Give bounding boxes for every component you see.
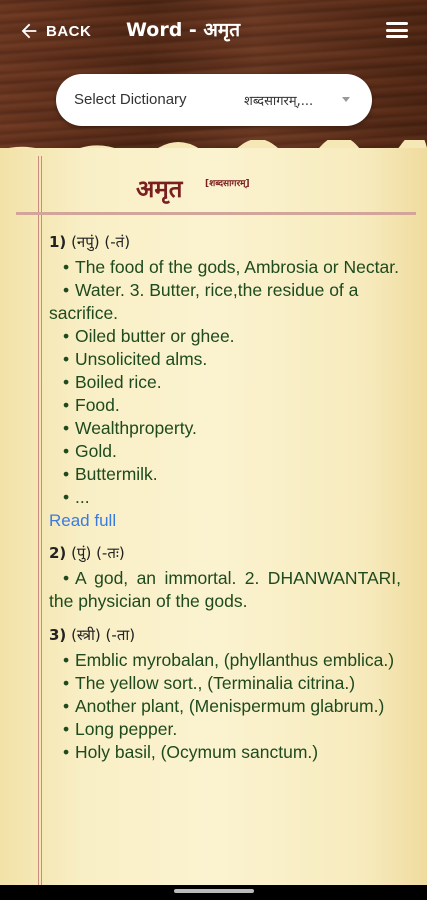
definition-item: • The food of the gods, Ambrosia or Necta… bbox=[63, 257, 399, 277]
hamburger-menu-icon[interactable] bbox=[386, 22, 408, 40]
back-button[interactable]: BACK bbox=[18, 18, 91, 44]
definition-item: • Water. 3. Butter, rice,the residue of a… bbox=[49, 280, 359, 323]
sense-number: 1) bbox=[49, 233, 67, 251]
sense-grammar: (नपुं) (-तं) bbox=[71, 233, 131, 251]
home-gesture-handle[interactable] bbox=[174, 889, 254, 893]
definition-item: • Boiled rice. bbox=[63, 372, 162, 392]
sense-heading: 1) (नपुं) (-तं) bbox=[49, 232, 401, 252]
dropdown-caret-icon bbox=[342, 97, 350, 102]
definition-item: • Holy basil, (Ocymum sanctum.) bbox=[63, 742, 319, 762]
definition-item: • Emblic myrobalan, (phyllanthus emblica.… bbox=[63, 650, 395, 670]
dictionary-select-label: Select Dictionary bbox=[74, 91, 187, 108]
definition-item: •... bbox=[63, 487, 90, 507]
sense-grammar: (पुं) (-तः) bbox=[71, 544, 125, 562]
definition-item: • Unsolicited alms. bbox=[63, 349, 208, 369]
definitions-content: 1) (नपुं) (-तं) • The food of the gods, A… bbox=[49, 232, 401, 764]
definition-item: • Long pepper. bbox=[63, 719, 178, 739]
definition-list: • Emblic myrobalan, (phyllanthus emblica.… bbox=[49, 649, 401, 764]
definition-item: • Food. bbox=[63, 395, 120, 415]
header-rule bbox=[16, 212, 416, 215]
sense-heading: 2) (पुं) (-तः) bbox=[49, 543, 401, 563]
definition-item: • Oiled butter or ghee. bbox=[63, 326, 235, 346]
definition-item: • Buttermilk. bbox=[63, 464, 158, 484]
definition-item: • A god, an immortal. 2. DHANWANTARI, the… bbox=[49, 568, 401, 611]
definition-list: • The food of the gods, Ambrosia or Necta… bbox=[49, 256, 401, 509]
entry-word: अमृत bbox=[136, 175, 183, 203]
definition-list: • A god, an immortal. 2. DHANWANTARI, the… bbox=[49, 567, 401, 613]
sense-heading: 3) (स्त्री) (-ता) bbox=[49, 625, 401, 645]
entry-source: [शब्दसागरम्] bbox=[205, 179, 250, 189]
definition-item: • Gold. bbox=[63, 441, 117, 461]
dictionary-select[interactable]: Select Dictionary शब्दसागरम्,... bbox=[56, 74, 372, 126]
definition-item: • Another plant, (Menispermum glabrum.) bbox=[63, 696, 385, 716]
sense-grammar: (स्त्री) (-ता) bbox=[71, 626, 136, 644]
back-label: BACK bbox=[46, 22, 92, 40]
page-title: Word - अमृत bbox=[126, 19, 241, 41]
back-arrow-icon bbox=[21, 23, 37, 39]
read-full-link[interactable]: Read full bbox=[49, 511, 116, 531]
definition-item: • Wealthproperty. bbox=[63, 418, 197, 438]
app-screen: BACK Word - अमृत Select Dictionary शब्दस… bbox=[0, 0, 427, 885]
dictionary-select-value: शब्दसागरम्,... bbox=[244, 94, 314, 109]
sense-number: 3) bbox=[49, 626, 67, 644]
sense-number: 2) bbox=[49, 544, 67, 562]
margin-line bbox=[38, 156, 42, 885]
definition-item: • The yellow sort., (Terminalia citrina.) bbox=[63, 673, 356, 693]
top-bar: BACK Word - अमृत bbox=[0, 0, 427, 60]
